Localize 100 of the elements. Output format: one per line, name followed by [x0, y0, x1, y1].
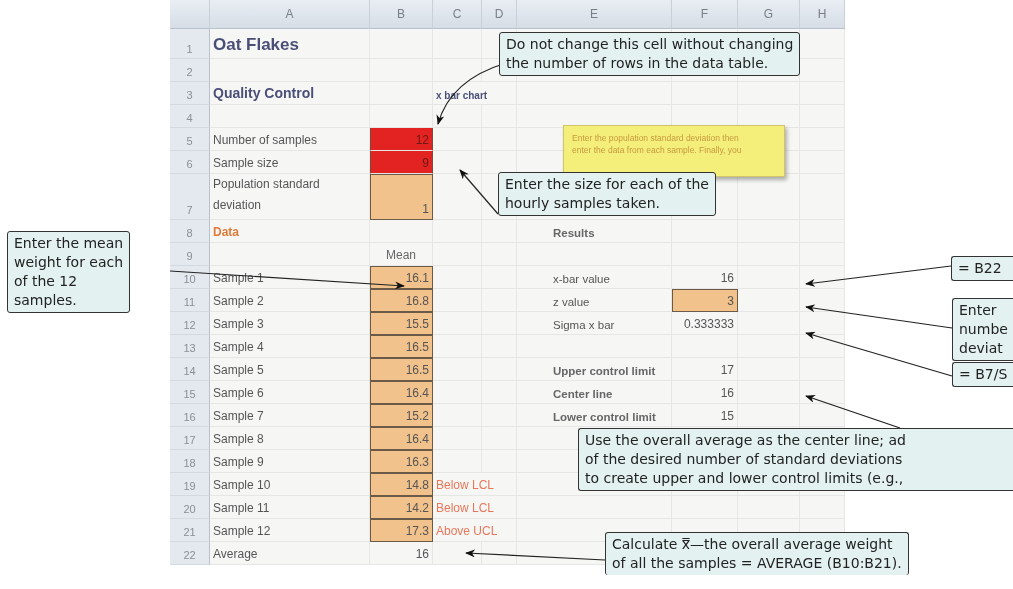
spreadsheet-cell: Quality Control: [210, 82, 370, 105]
spreadsheet-cell: 14.8: [370, 473, 433, 496]
row-header[interactable]: 8: [170, 220, 210, 243]
empty-cell: [738, 266, 800, 289]
row-header[interactable]: 11: [170, 289, 210, 312]
empty-cell: [800, 381, 845, 404]
row-header[interactable]: 9: [170, 243, 210, 266]
empty-cell: [800, 335, 845, 358]
spreadsheet-cell: 15: [672, 404, 738, 427]
callout-text: Enter numbe deviat: [952, 298, 1013, 361]
empty-cell: [370, 220, 433, 243]
empty-cell: [738, 404, 800, 427]
empty-cell: [800, 404, 845, 427]
spreadsheet-cell: 14.2: [370, 496, 433, 519]
callout-text: = B7/S: [952, 362, 1013, 387]
spreadsheet-cell: 0.333333: [672, 312, 738, 335]
leader-arrow: [459, 169, 499, 215]
column-header[interactable]: G: [738, 0, 800, 29]
spreadsheet-cell: Center line: [517, 381, 672, 404]
spreadsheet-cell: 16.1: [370, 266, 433, 289]
callout-text: Calculate x̿—the overall average weight of all the samples = AVERAGE (B10:B21).: [605, 532, 909, 575]
row-header[interactable]: 17: [170, 427, 210, 450]
select-all-corner[interactable]: [170, 0, 210, 29]
column-header[interactable]: C: [433, 0, 482, 29]
row-header[interactable]: 19: [170, 473, 210, 496]
spreadsheet-cell: 3: [672, 289, 738, 312]
spreadsheet-cell: 16: [672, 381, 738, 404]
spreadsheet-cell: Below LCL: [433, 473, 517, 496]
column-header[interactable]: E: [517, 0, 672, 29]
spreadsheet-cell: 16.4: [370, 427, 433, 450]
row-header[interactable]: 20: [170, 496, 210, 519]
row-header[interactable]: 4: [170, 105, 210, 128]
empty-cell: [800, 82, 845, 105]
row-header[interactable]: 5: [170, 128, 210, 151]
spreadsheet-cell: Below LCL: [433, 496, 517, 519]
spreadsheet-cell: Average: [210, 542, 370, 565]
spreadsheet-cell: 9: [370, 151, 433, 174]
spreadsheet-cell: 1: [370, 174, 433, 220]
callout-text: Enter the size for each of the hourly samples taken.: [498, 172, 716, 216]
spreadsheet-cell: Oat Flakes: [210, 29, 370, 59]
empty-cell: [433, 243, 482, 266]
spreadsheet-cell: 16.8: [370, 289, 433, 312]
column-header[interactable]: F: [672, 0, 738, 29]
spreadsheet-cell: 16.3: [370, 450, 433, 473]
column-header[interactable]: B: [370, 0, 433, 29]
empty-cell: [370, 29, 433, 59]
row-header[interactable]: 1: [170, 29, 210, 59]
row-header[interactable]: 21: [170, 519, 210, 542]
empty-cell: [800, 128, 845, 151]
empty-cell: [800, 289, 845, 312]
row-header[interactable]: 18: [170, 450, 210, 473]
spreadsheet-cell: 16.5: [370, 335, 433, 358]
row-header[interactable]: 22: [170, 542, 210, 565]
empty-cell: [800, 220, 845, 243]
spreadsheet-cell: Above UCL: [433, 519, 517, 542]
empty-cell: [433, 105, 482, 128]
row-header[interactable]: 13: [170, 335, 210, 358]
empty-cell: [800, 266, 845, 289]
spreadsheet-cell: 17.3: [370, 519, 433, 542]
spreadsheet-cell: 16.4: [370, 381, 433, 404]
row-header[interactable]: 16: [170, 404, 210, 427]
row-header[interactable]: 3: [170, 82, 210, 105]
spreadsheet-cell: 12: [370, 128, 433, 151]
row-header[interactable]: 6: [170, 151, 210, 174]
callout-text: = B22: [951, 256, 1013, 281]
empty-cell: [800, 358, 845, 381]
row-header[interactable]: 14: [170, 358, 210, 381]
spreadsheet-cell: 15.2: [370, 404, 433, 427]
row-header[interactable]: 2: [170, 59, 210, 82]
empty-cell: [738, 312, 800, 335]
spreadsheet-cell: Results: [517, 220, 672, 243]
empty-cell: [800, 312, 845, 335]
row-header[interactable]: 15: [170, 381, 210, 404]
empty-cell: [800, 105, 845, 128]
empty-cell: [433, 29, 482, 59]
spreadsheet-cell: 16: [370, 542, 433, 565]
callout-text: Enter the mean weight for each of the 12 samples.: [7, 231, 131, 313]
column-header[interactable]: D: [482, 0, 517, 29]
spreadsheet-cell: Sigma x bar: [517, 312, 672, 335]
empty-cell: [433, 542, 482, 565]
spreadsheet-cell: Data: [210, 220, 370, 243]
spreadsheet-cell: Upper control limit: [517, 358, 672, 381]
callout-text: Do not change this cell without changing the number of rows in the data table.: [499, 32, 801, 76]
spreadsheet-cell: 15.5: [370, 312, 433, 335]
row-header[interactable]: 10: [170, 266, 210, 289]
row-header[interactable]: 7: [170, 174, 210, 220]
empty-cell: [433, 220, 482, 243]
callout-text: Use the overall average as the center line; ad of the desired number of standard deviations to create upper and lower control limits (e.g.,: [578, 428, 1013, 491]
empty-cell: [433, 59, 482, 82]
empty-cell: [800, 151, 845, 174]
spreadsheet-cell: Lower control limit: [517, 404, 672, 427]
row-header[interactable]: 12: [170, 312, 210, 335]
spreadsheet-cell: 16.5: [370, 358, 433, 381]
column-header[interactable]: H: [800, 0, 845, 29]
spreadsheet-cell: x-bar value: [517, 266, 672, 289]
spreadsheet-cell: 17: [672, 358, 738, 381]
empty-cell: [800, 174, 845, 220]
column-header[interactable]: A: [210, 0, 370, 29]
comment-note: Enter the population standard deviation then enter the data from each sample. Finally, you: [563, 125, 785, 177]
empty-cell: [800, 243, 845, 266]
